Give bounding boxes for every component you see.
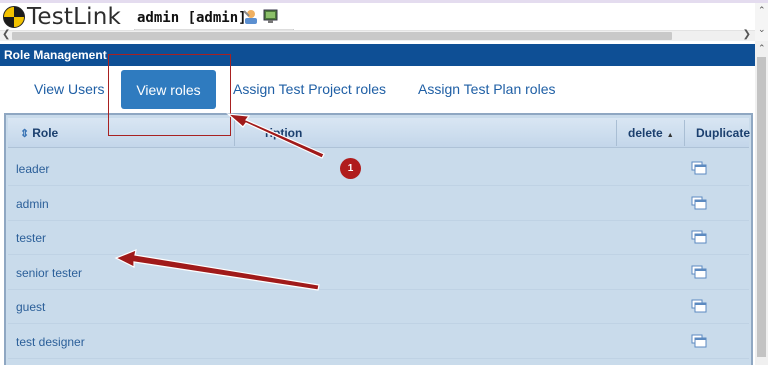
- sort-ascending-icon: ▲: [666, 132, 674, 139]
- current-user-label: admin [admin]: [137, 10, 247, 26]
- column-separator: [616, 120, 617, 146]
- table-row: leader: [8, 152, 749, 186]
- tab-assign-test-plan-roles[interactable]: Assign Test Plan roles: [418, 81, 555, 97]
- main-vertical-scrollbar[interactable]: ⌃: [755, 41, 768, 365]
- duplicate-icon[interactable]: [691, 196, 707, 210]
- table-row: tester: [8, 221, 749, 255]
- column-separator: [234, 120, 235, 146]
- annotation-highlight-box: [108, 54, 231, 136]
- role-name-link[interactable]: admin: [16, 197, 49, 211]
- scroll-left-icon[interactable]: ❮: [2, 29, 10, 40]
- scroll-up-icon[interactable]: ⌃: [758, 5, 766, 16]
- table-row: admin: [8, 187, 749, 221]
- logo-text: TestLink: [27, 4, 121, 30]
- page-title: Role Management: [4, 48, 107, 62]
- user-settings-icon[interactable]: [242, 8, 259, 25]
- description-header-label: ription: [265, 126, 303, 140]
- table-row: senior tester: [8, 256, 749, 290]
- role-name-link[interactable]: leader: [16, 162, 49, 176]
- top-bar: TestLink admin [admin]: [0, 3, 755, 34]
- role-name-link[interactable]: senior tester: [16, 266, 82, 280]
- testlink-logo-icon: [3, 6, 25, 28]
- annotation-step-badge: 1: [340, 158, 361, 179]
- tab-assign-test-project-roles[interactable]: Assign Test Project roles: [233, 81, 386, 97]
- column-header-description[interactable]: ription: [248, 126, 302, 140]
- sort-icon[interactable]: ⇕: [20, 127, 29, 140]
- duplicate-icon[interactable]: [691, 161, 707, 175]
- table-row: test designer: [8, 325, 749, 359]
- table-row: guest: [8, 290, 749, 324]
- horizontal-scroll-thumb[interactable]: [12, 32, 672, 40]
- top-vertical-scrollbar[interactable]: ⌃ ⌄: [755, 3, 768, 41]
- role-header-label: Role: [32, 126, 59, 140]
- roles-table: ⇕ Role ription delete ▲ Duplicate leader ad…: [4, 113, 753, 365]
- column-header-duplicate[interactable]: Duplicate: [696, 126, 750, 140]
- scroll-up-icon[interactable]: ⌃: [758, 43, 766, 54]
- delete-header-label: delete: [628, 126, 663, 140]
- role-name-link[interactable]: guest: [16, 300, 45, 314]
- column-header-delete[interactable]: delete ▲: [628, 126, 674, 140]
- scroll-right-icon[interactable]: ❯: [743, 29, 751, 40]
- role-name-link[interactable]: test designer: [16, 335, 85, 349]
- tab-view-users[interactable]: View Users: [34, 81, 105, 97]
- monitor-icon[interactable]: [262, 8, 279, 25]
- column-separator: [684, 120, 685, 146]
- horizontal-scrollbar[interactable]: ❮ ❯: [0, 29, 755, 41]
- main-scroll-thumb[interactable]: [757, 57, 766, 357]
- scroll-down-icon[interactable]: ⌄: [758, 24, 766, 35]
- duplicate-icon[interactable]: [691, 230, 707, 244]
- duplicate-icon[interactable]: [691, 334, 707, 348]
- duplicate-icon[interactable]: [691, 265, 707, 279]
- duplicate-icon[interactable]: [691, 299, 707, 313]
- role-name-link[interactable]: tester: [16, 231, 46, 245]
- column-header-role[interactable]: ⇕ Role: [20, 126, 58, 140]
- logo[interactable]: TestLink: [3, 4, 121, 30]
